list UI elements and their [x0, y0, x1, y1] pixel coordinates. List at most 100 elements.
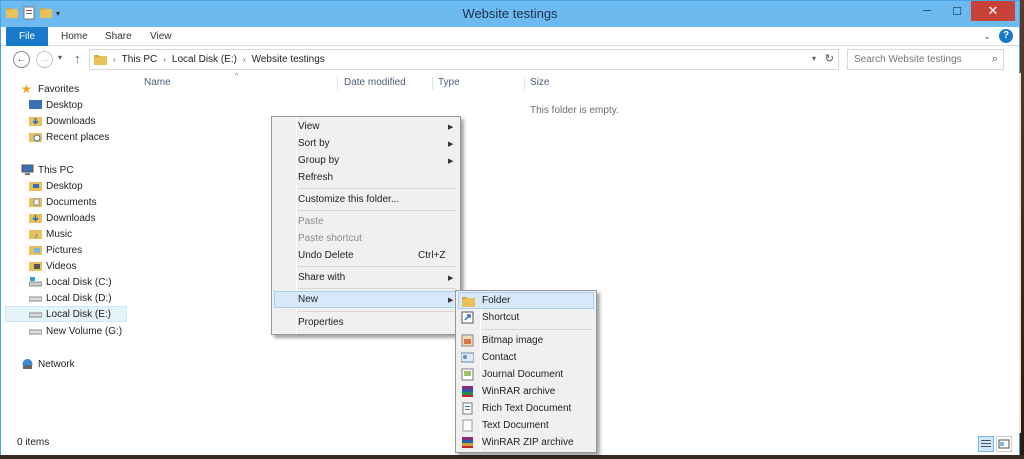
address-bar[interactable]: › This PC › Local Disk (E:) › Website te… — [89, 49, 839, 70]
menu-item-paste[interactable]: Paste — [274, 213, 458, 230]
column-header-date-modified[interactable]: Date modified — [344, 73, 406, 93]
menu-item-label: Customize this folder... — [298, 194, 400, 205]
nav-pc-local-disk-e[interactable]: Local Disk (E:) — [5, 306, 127, 322]
menu-separator — [298, 266, 456, 267]
shortcut-icon — [461, 311, 474, 324]
submenu-item-contact[interactable]: Contact — [458, 349, 594, 366]
menu-item-label: New — [298, 294, 319, 305]
nav-label: Favorites — [38, 83, 80, 95]
menu-item-label: Rich Text Document — [482, 403, 572, 414]
vertical-scrollbar[interactable] — [1019, 73, 1021, 433]
minimize-button[interactable]: ─ — [913, 1, 941, 21]
submenu-item-winrar-zip[interactable]: WinRAR ZIP archive — [458, 434, 594, 451]
close-icon: ✕ — [987, 3, 999, 18]
chevron-right-icon[interactable]: › — [243, 55, 246, 64]
menu-item-label: Text Document — [482, 420, 549, 431]
computer-icon — [21, 164, 34, 175]
menu-item-new[interactable]: New ▶ — [274, 291, 458, 308]
column-header-name[interactable]: Name — [144, 73, 171, 93]
new-submenu: Folder Shortcut Bitmap image Contact Jou… — [455, 290, 597, 453]
menu-item-share-with[interactable]: Share with ▶ — [274, 269, 458, 286]
menu-item-label: WinRAR ZIP archive — [482, 437, 574, 448]
address-history-chevron-icon[interactable]: ▾ — [812, 54, 816, 63]
menu-separator — [298, 288, 456, 289]
breadcrumb-this-pc[interactable]: This PC — [122, 54, 158, 65]
menu-item-undo-delete[interactable]: Undo Delete Ctrl+Z — [274, 247, 458, 264]
downloads-icon — [29, 214, 42, 223]
breadcrumb-local-disk-e[interactable]: Local Disk (E:) — [172, 54, 237, 65]
nav-this-pc[interactable]: This PC — [21, 162, 121, 178]
help-icon[interactable]: ? — [999, 29, 1013, 43]
large-icons-view-button[interactable] — [996, 436, 1012, 452]
chevron-right-icon[interactable]: › — [113, 55, 116, 64]
nav-pc-local-disk-d[interactable]: Local Disk (D:) — [29, 290, 125, 306]
nav-pc-documents[interactable]: Documents — [29, 194, 125, 210]
submenu-item-shortcut[interactable]: Shortcut — [458, 309, 594, 326]
search-icon[interactable]: ⌕ — [992, 53, 998, 66]
forward-button[interactable]: → — [36, 51, 53, 68]
item-count: 0 items — [17, 437, 50, 448]
tab-home[interactable]: Home — [53, 27, 96, 46]
chevron-right-icon[interactable]: › — [163, 55, 166, 64]
nav-favorites[interactable]: ★ Favorites — [21, 81, 121, 97]
menu-item-group-by[interactable]: Group by ▶ — [274, 152, 458, 169]
breadcrumb-website-testings[interactable]: Website testings — [252, 54, 325, 65]
nav-pc-desktop[interactable]: Desktop — [29, 178, 125, 194]
column-divider[interactable] — [337, 76, 338, 90]
details-view-button[interactable] — [978, 436, 994, 452]
nav-pc-music[interactable]: ♪ Music — [29, 226, 125, 242]
submenu-item-folder[interactable]: Folder — [458, 292, 594, 309]
expand-ribbon-chevron-icon[interactable]: ⌄ — [983, 31, 991, 42]
menu-item-label: Refresh — [298, 172, 334, 183]
maximize-button[interactable]: ☐ — [943, 1, 971, 21]
nav-pc-new-volume-g[interactable]: New Volume (G:) — [29, 323, 125, 339]
nav-label: Downloads — [46, 212, 96, 224]
nav-pc-downloads[interactable]: Downloads — [29, 210, 125, 226]
back-button[interactable]: ← — [13, 51, 30, 68]
svg-text:♪: ♪ — [34, 231, 38, 240]
submenu-item-winrar[interactable]: WinRAR archive — [458, 383, 594, 400]
menu-item-properties[interactable]: Properties — [274, 314, 458, 331]
menu-item-label: Folder — [482, 295, 511, 306]
menu-item-refresh[interactable]: Refresh — [274, 169, 458, 186]
address-row: ← → ▾ ↑ › This PC › Local Disk (E:) › We… — [1, 46, 1019, 73]
tab-file[interactable]: File — [6, 27, 48, 46]
close-button[interactable]: ✕ — [971, 1, 1015, 21]
nav-label: Desktop — [46, 180, 83, 192]
nav-label: Local Disk (E:) — [46, 308, 112, 320]
up-arrow-icon[interactable]: ↑ — [74, 51, 81, 66]
refresh-icon[interactable]: ↻ — [825, 52, 834, 65]
menu-item-view[interactable]: View ▶ — [274, 118, 458, 135]
nav-favorites-recent-places[interactable]: Recent places — [29, 129, 125, 145]
nav-favorites-desktop[interactable]: Desktop — [29, 97, 125, 113]
search-input[interactable] — [848, 50, 978, 69]
column-header-type[interactable]: Type — [438, 73, 460, 93]
column-header-size[interactable]: Size — [530, 73, 549, 93]
submenu-arrow-icon: ▶ — [448, 123, 454, 131]
pictures-icon — [29, 246, 42, 255]
column-divider[interactable] — [432, 76, 433, 90]
menu-item-label: Sort by — [298, 138, 330, 149]
tab-view[interactable]: View — [142, 27, 180, 46]
menu-item-customize-folder[interactable]: Customize this folder... — [274, 191, 458, 208]
nav-pc-local-disk-c[interactable]: Local Disk (C:) — [29, 274, 125, 290]
tab-share[interactable]: Share — [97, 27, 140, 46]
menu-separator — [298, 311, 456, 312]
column-divider[interactable] — [524, 76, 525, 90]
menu-item-paste-shortcut[interactable]: Paste shortcut — [274, 230, 458, 247]
rich-text-icon — [462, 402, 473, 415]
nav-pc-videos[interactable]: Videos — [29, 258, 125, 274]
title-bar[interactable]: ▾ Website testings ─ ☐ ✕ — [1, 1, 1019, 27]
nav-network[interactable]: Network — [21, 356, 121, 372]
details-view-icon — [981, 440, 991, 447]
recent-locations-chevron-icon[interactable]: ▾ — [58, 53, 62, 62]
submenu-item-rich-text[interactable]: Rich Text Document — [458, 400, 594, 417]
submenu-item-journal[interactable]: Journal Document — [458, 366, 594, 383]
menu-item-label: Journal Document — [482, 369, 564, 380]
nav-pc-pictures[interactable]: Pictures — [29, 242, 125, 258]
winrar-zip-icon — [462, 437, 473, 448]
submenu-item-text-document[interactable]: Text Document — [458, 417, 594, 434]
menu-item-sort-by[interactable]: Sort by ▶ — [274, 135, 458, 152]
nav-favorites-downloads[interactable]: Downloads — [29, 113, 125, 129]
submenu-item-bitmap[interactable]: Bitmap image — [458, 332, 594, 349]
